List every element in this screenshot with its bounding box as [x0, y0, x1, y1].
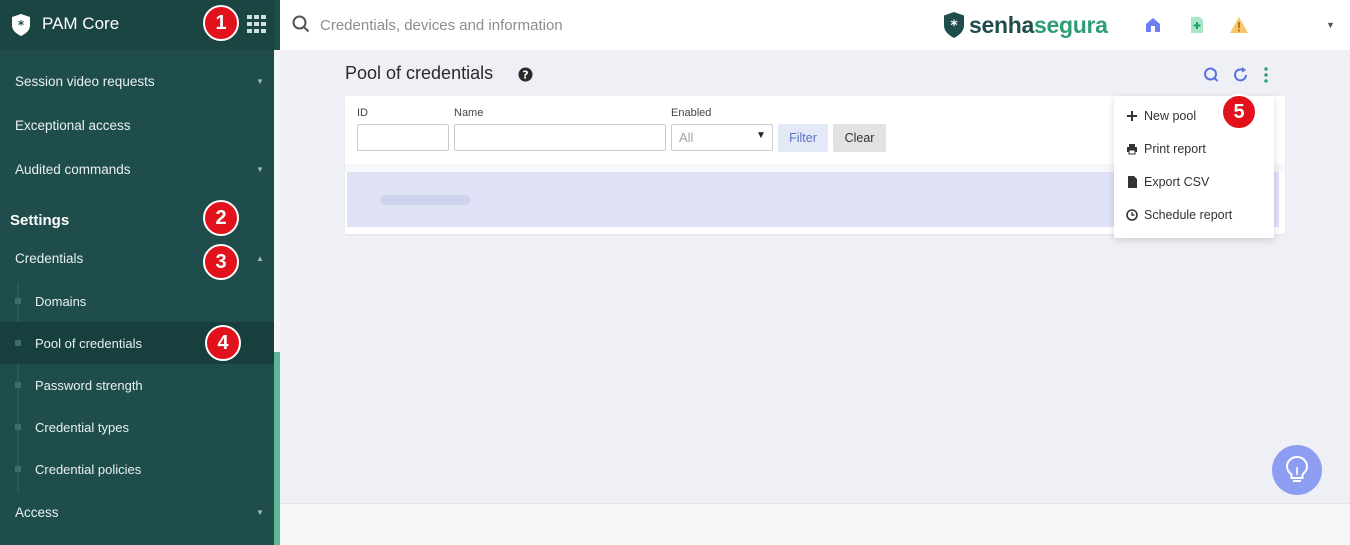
sidebar-item-label: Credentials — [15, 250, 84, 266]
sidebar-subitem-label: Password strength — [35, 377, 143, 393]
bullet-icon — [15, 340, 21, 346]
annotation-badge-2: 2 — [203, 200, 239, 236]
app-title: PAM Core — [42, 14, 120, 33]
caret-down-icon: ▼ — [256, 164, 264, 174]
annotation-badge-3: 3 — [203, 244, 239, 280]
bullet-icon — [15, 382, 21, 388]
menu-item-new-pool[interactable]: New pool — [1126, 106, 1196, 126]
svg-text:*: * — [18, 18, 25, 32]
sidebar-subitem-label: Pool of credentials — [35, 335, 142, 351]
clear-button[interactable]: Clear — [833, 124, 886, 152]
brand-shield-icon: * — [944, 12, 964, 38]
id-input[interactable] — [357, 124, 449, 151]
lightbulb-icon — [1285, 455, 1309, 482]
plus-icon — [1127, 111, 1137, 121]
grid-icon[interactable] — [246, 14, 268, 34]
help-icon[interactable]: ? — [518, 67, 533, 82]
sidebar-subitem-label: Domains — [35, 293, 87, 309]
add-document-icon[interactable] — [1187, 15, 1207, 35]
sidebar-item-audited-commands[interactable]: Audited commands ▼ — [0, 148, 274, 190]
brand-text-part2: segura — [1033, 11, 1108, 38]
shield-logo-icon: * — [12, 14, 30, 36]
caret-down-icon: ▼ — [256, 76, 264, 86]
menu-item-label: Export CSV — [1144, 175, 1210, 189]
filter-button[interactable]: Filter — [778, 124, 828, 152]
sidebar-subitem-password-strength[interactable]: Password strength — [0, 364, 274, 406]
user-menu-caret-icon[interactable]: ▼ — [1326, 20, 1335, 30]
settings-section-title: Settings — [10, 212, 70, 229]
enabled-label: Enabled — [671, 107, 712, 119]
brand-text-part1: senha — [969, 11, 1034, 38]
svg-text:?: ? — [522, 69, 528, 82]
clock-icon — [1126, 209, 1138, 221]
brand-logo: * senha segura — [942, 11, 1108, 39]
refresh-icon[interactable] — [1233, 66, 1249, 84]
annotation-badge-4: 4 — [205, 325, 241, 361]
warning-icon[interactable] — [1229, 15, 1249, 35]
menu-item-export-csv[interactable]: Export CSV — [1126, 172, 1209, 192]
home-icon[interactable] — [1143, 15, 1163, 35]
footer — [280, 503, 1350, 545]
menu-item-label: New pool — [1144, 109, 1197, 123]
bullet-icon — [15, 424, 21, 430]
sidebar-item-label: Access — [15, 504, 59, 520]
annotation-badge-1: 1 — [203, 5, 239, 41]
search-icon[interactable] — [1203, 66, 1219, 84]
search-icon — [292, 15, 310, 33]
sidebar-item-label: Audited commands — [15, 161, 131, 177]
sidebar-item-session-video-requests[interactable]: Session video requests ▼ — [0, 60, 274, 102]
global-search-input[interactable] — [320, 13, 840, 37]
menu-item-label: Schedule report — [1144, 208, 1233, 222]
top-bar: * senhasegura ▼ — [280, 0, 1350, 50]
sidebar-item-exceptional-access[interactable]: Exceptional access — [0, 104, 274, 146]
sidebar-item-access[interactable]: Access ▼ — [0, 491, 274, 533]
sidebar-subitem-credential-policies[interactable]: Credential policies — [0, 448, 274, 490]
placeholder-bar — [380, 195, 470, 205]
menu-item-print-report[interactable]: Print report — [1126, 139, 1206, 159]
file-icon — [1128, 176, 1137, 188]
lightbulb-button[interactable] — [1272, 445, 1322, 495]
enabled-select[interactable]: All ▼ — [671, 124, 773, 151]
sidebar-item-label: Exceptional access — [15, 117, 131, 133]
printer-icon — [1127, 144, 1137, 155]
enabled-select-value: All — [679, 130, 694, 145]
sidebar: * PAM Core Session video requests ▼ Exce… — [0, 0, 280, 545]
caret-up-icon: ▲ — [256, 253, 264, 263]
sidebar-subitem-domains[interactable]: Domains — [0, 280, 274, 322]
menu-item-label: Print report — [1144, 142, 1206, 156]
caret-down-icon: ▼ — [256, 507, 264, 517]
sidebar-item-label: Session video requests — [15, 73, 155, 89]
menu-item-schedule-report[interactable]: Schedule report — [1126, 205, 1232, 225]
page-title: Pool of credentials — [345, 63, 494, 83]
sidebar-subitem-credential-types[interactable]: Credential types — [0, 406, 274, 448]
sidebar-subitem-label: Credential types — [35, 419, 129, 435]
sidebar-subitem-label: Credential policies — [35, 461, 142, 477]
name-input[interactable] — [454, 124, 666, 151]
bullet-icon — [15, 466, 21, 472]
bullet-icon — [15, 298, 21, 304]
caret-down-icon: ▼ — [756, 130, 766, 141]
name-label: Name — [454, 107, 484, 119]
annotation-badge-5: 5 — [1221, 94, 1257, 130]
more-vertical-icon[interactable] — [1258, 66, 1274, 84]
svg-text:*: * — [950, 18, 958, 34]
id-label: ID — [357, 107, 368, 119]
